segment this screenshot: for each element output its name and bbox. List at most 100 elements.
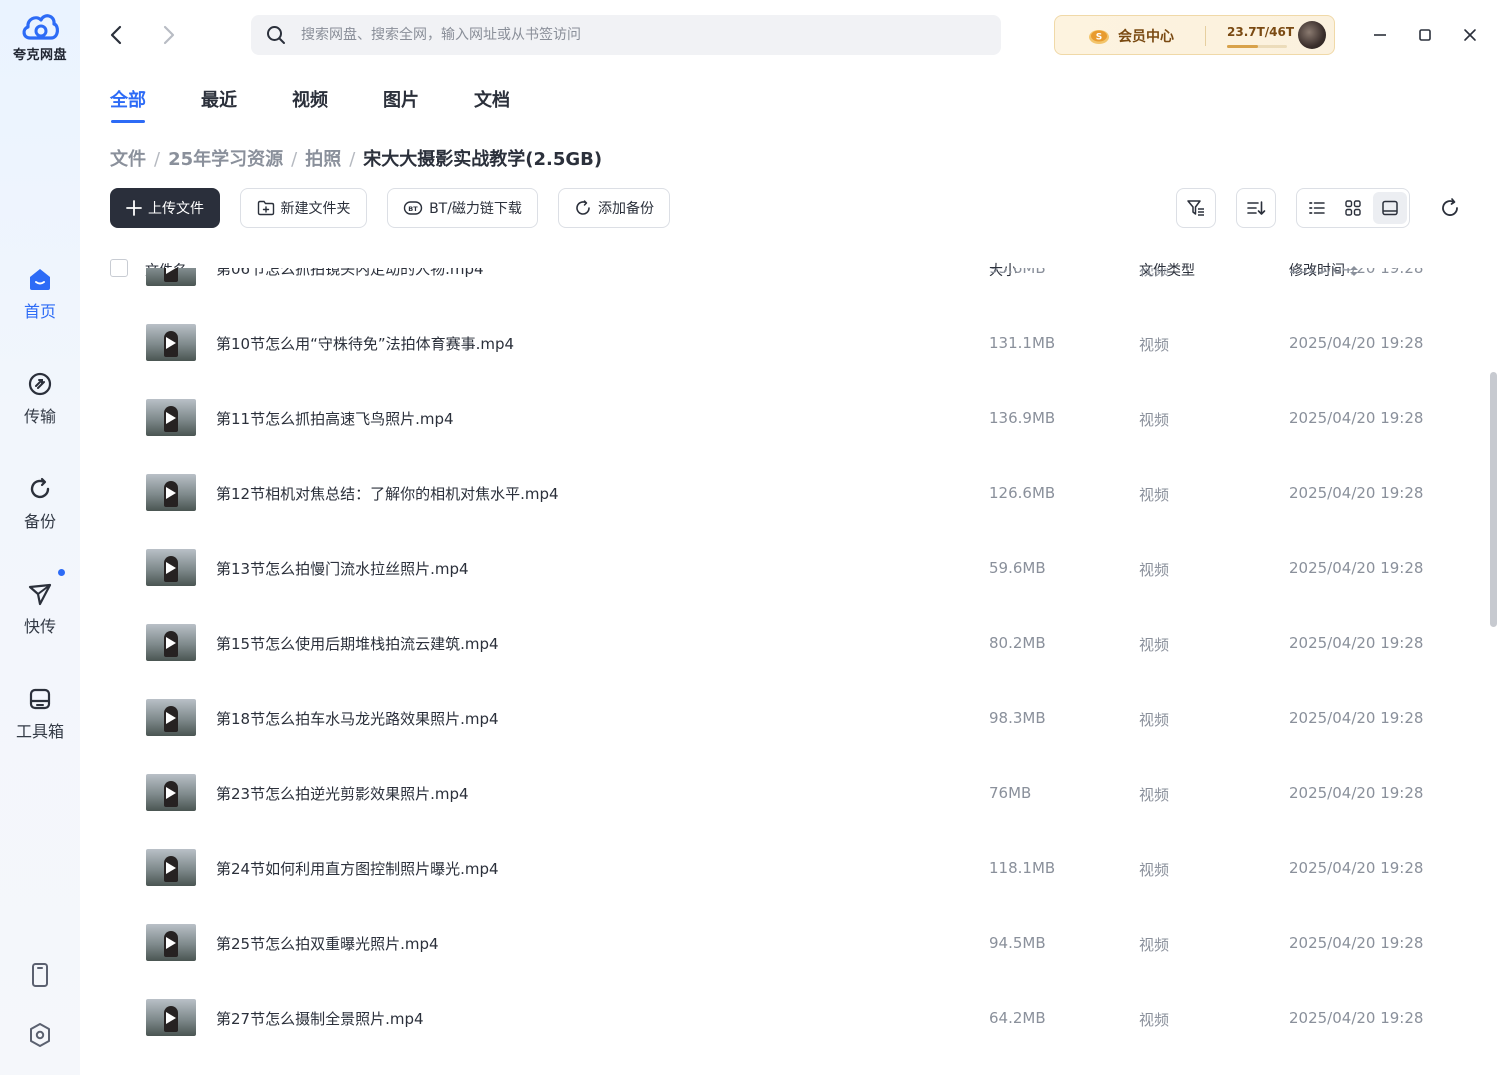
file-name[interactable]: 第15节怎么使用后期堆栈拍流云建筑.mp4 — [216, 633, 499, 654]
avatar[interactable] — [1298, 21, 1326, 49]
close-icon[interactable] — [1457, 22, 1483, 48]
file-size: 136.9MB — [989, 409, 1056, 427]
file-type: 视频 — [1139, 411, 1170, 429]
sidebar: 夸克网盘 首页 传输 备份 快传 工具箱 — [0, 0, 80, 1075]
table-row[interactable]: 第15节怎么使用后期堆栈拍流云建筑.mp4 80.2MB 视频 2025/04/20 … — [110, 605, 1480, 680]
upload-button[interactable]: 上传文件 — [110, 188, 220, 228]
breadcrumb-item-photography[interactable]: 拍照 — [305, 149, 341, 170]
breadcrumb-item-study-resources[interactable]: 25年学习资源 — [168, 149, 283, 170]
sidebar-item-transfer[interactable]: 传输 — [0, 371, 80, 427]
sidebar-item-label: 工具箱 — [15, 722, 64, 741]
breadcrumb: 文件 / 25年学习资源 / 拍照 / 宋大大摄影实战教学(2.5GB) — [110, 145, 602, 171]
video-thumbnail — [146, 268, 196, 286]
search-input[interactable] — [301, 15, 991, 55]
file-name[interactable]: 第25节怎么拍双重曝光照片.mp4 — [216, 933, 439, 954]
file-name[interactable]: 第24节如何利用直方图控制照片曝光.mp4 — [216, 858, 499, 879]
tab-video[interactable]: 视频 — [292, 86, 328, 112]
table-row[interactable]: 第27节怎么摄制全景照片.mp4 64.2MB 视频 2025/04/20 19:28 — [110, 980, 1480, 1055]
sort-button[interactable] — [1236, 188, 1276, 228]
vip-center-panel[interactable]: S 会员中心 23.7T/46T — [1054, 15, 1335, 55]
tab-recent[interactable]: 最近 — [201, 86, 237, 112]
active-tab-indicator — [111, 120, 145, 123]
add-backup-button[interactable]: 添加备份 — [558, 188, 670, 228]
maximize-icon[interactable] — [1412, 22, 1438, 48]
file-name[interactable]: 第13节怎么拍慢门流水拉丝照片.mp4 — [216, 558, 469, 579]
grid-view-button[interactable] — [1336, 192, 1370, 224]
table-row[interactable]: 第18节怎么拍车水马龙光路效果照片.mp4 98.3MB 视频 2025/04/20 … — [110, 680, 1480, 755]
sidebar-item-home[interactable]: 首页 — [0, 266, 80, 322]
file-name[interactable]: 第23节怎么拍逆光剪影效果照片.mp4 — [216, 783, 469, 804]
table-row[interactable]: 第23节怎么拍逆光剪影效果照片.mp4 76MB 视频 2025/04/20 19:2… — [110, 755, 1480, 830]
add-backup-button-label: 添加备份 — [598, 201, 654, 217]
file-type: 视频 — [1139, 486, 1170, 504]
grid-view-icon — [1345, 200, 1361, 216]
scrollbar-thumb[interactable] — [1490, 372, 1497, 627]
sidebar-item-quick-send[interactable]: 快传 — [0, 569, 80, 637]
file-name[interactable]: 第10节怎么用“守株待免”法拍体育赛事.mp4 — [216, 333, 514, 354]
new-folder-button-label: 新建文件夹 — [280, 201, 351, 217]
table-row[interactable]: 第24节如何利用直方图控制照片曝光.mp4 118.1MB 视频 2025/04/20… — [110, 830, 1480, 905]
file-name[interactable]: 第27节怎么摄制全景照片.mp4 — [216, 1008, 424, 1029]
new-folder-button[interactable]: 新建文件夹 — [240, 188, 367, 228]
mobile-app-button[interactable] — [0, 962, 80, 988]
play-icon — [166, 337, 176, 349]
table-row[interactable]: 第12节相机对焦总结：了解你的相机对焦水平.mp4 126.6MB 视频 2025/0… — [110, 455, 1480, 530]
table-row[interactable]: 第10节怎么用“守株待免”法拍体育赛事.mp4 131.1MB 视频 2025/04/… — [110, 305, 1480, 380]
file-name[interactable]: 第11节怎么抓拍高速飞鸟照片.mp4 — [216, 408, 454, 429]
breadcrumb-separator: / — [291, 149, 298, 170]
forward-arrow-icon[interactable] — [155, 22, 181, 48]
play-icon — [166, 268, 176, 274]
file-size: 126.6MB — [989, 484, 1056, 502]
settings-button[interactable] — [0, 1022, 80, 1048]
file-size: 95.6MB — [989, 268, 1046, 277]
video-thumbnail — [146, 549, 196, 586]
table-row[interactable]: 第13节怎么拍慢门流水拉丝照片.mp4 59.6MB 视频 2025/04/20 19… — [110, 530, 1480, 605]
toolbox-icon — [29, 688, 51, 710]
list-view-button[interactable] — [1300, 192, 1334, 224]
search-bar — [251, 15, 1001, 55]
play-icon — [166, 787, 176, 799]
file-type: 视频 — [1139, 711, 1170, 729]
svg-text:BT: BT — [408, 205, 418, 213]
home-icon — [30, 269, 50, 290]
back-arrow-icon[interactable] — [104, 22, 130, 48]
app-name: 夸克网盘 — [12, 48, 67, 63]
search-icon — [267, 26, 285, 44]
tab-all[interactable]: 全部 — [110, 86, 146, 112]
new-folder-icon — [257, 200, 274, 216]
phone-icon — [32, 963, 48, 987]
file-size: 76MB — [989, 784, 1032, 802]
file-size: 131.1MB — [989, 334, 1056, 352]
bt-download-button[interactable]: BT BT/磁力链下载 — [387, 188, 538, 228]
video-thumbnail — [146, 774, 196, 811]
tab-documents[interactable]: 文档 — [474, 86, 510, 112]
svg-text:S: S — [1096, 33, 1102, 43]
file-list: 第06节怎么抓拍镜头内走动的人物.mp4 95.6MB 视频 2025/04/20 1… — [110, 268, 1480, 1075]
file-name[interactable]: 第18节怎么拍车水马龙光路效果照片.mp4 — [216, 708, 499, 729]
file-type: 视频 — [1139, 636, 1170, 654]
preview-view-button[interactable] — [1373, 192, 1407, 224]
table-row[interactable]: 第11节怎么抓拍高速飞鸟照片.mp4 136.9MB 视频 2025/04/20 19… — [110, 380, 1480, 455]
breadcrumb-separator: / — [154, 149, 161, 170]
file-size: 118.1MB — [989, 859, 1056, 877]
filter-button[interactable] — [1176, 188, 1216, 228]
file-name[interactable]: 第12节相机对焦总结：了解你的相机对焦水平.mp4 — [216, 483, 559, 504]
sidebar-item-backup[interactable]: 备份 — [0, 476, 80, 532]
sidebar-item-label: 传输 — [23, 407, 56, 426]
file-name[interactable]: 第06节怎么抓拍镜头内走动的人物.mp4 — [216, 268, 484, 279]
file-modified-time: 2025/04/20 19:28 — [1289, 934, 1424, 952]
play-icon — [166, 712, 176, 724]
minimize-icon[interactable] — [1367, 22, 1393, 48]
table-row[interactable]: 第25节怎么拍双重曝光照片.mp4 94.5MB 视频 2025/04/20 19:2… — [110, 905, 1480, 980]
file-modified-time: 2025/04/20 19:28 — [1289, 484, 1424, 502]
breadcrumb-item-files[interactable]: 文件 — [110, 149, 146, 170]
tab-images[interactable]: 图片 — [383, 86, 419, 112]
settings-icon — [30, 1023, 50, 1047]
file-size: 64.2MB — [989, 1009, 1046, 1027]
sidebar-item-toolbox[interactable]: 工具箱 — [0, 686, 80, 742]
table-row[interactable]: 第06节怎么抓拍镜头内走动的人物.mp4 95.6MB 视频 2025/04/20 1… — [110, 268, 1480, 305]
backup-refresh-icon — [576, 200, 590, 215]
refresh-icon[interactable] — [1437, 195, 1463, 221]
app-logo[interactable]: 夸克网盘 — [0, 10, 80, 63]
file-modified-time: 2025/04/20 19:28 — [1289, 409, 1424, 427]
